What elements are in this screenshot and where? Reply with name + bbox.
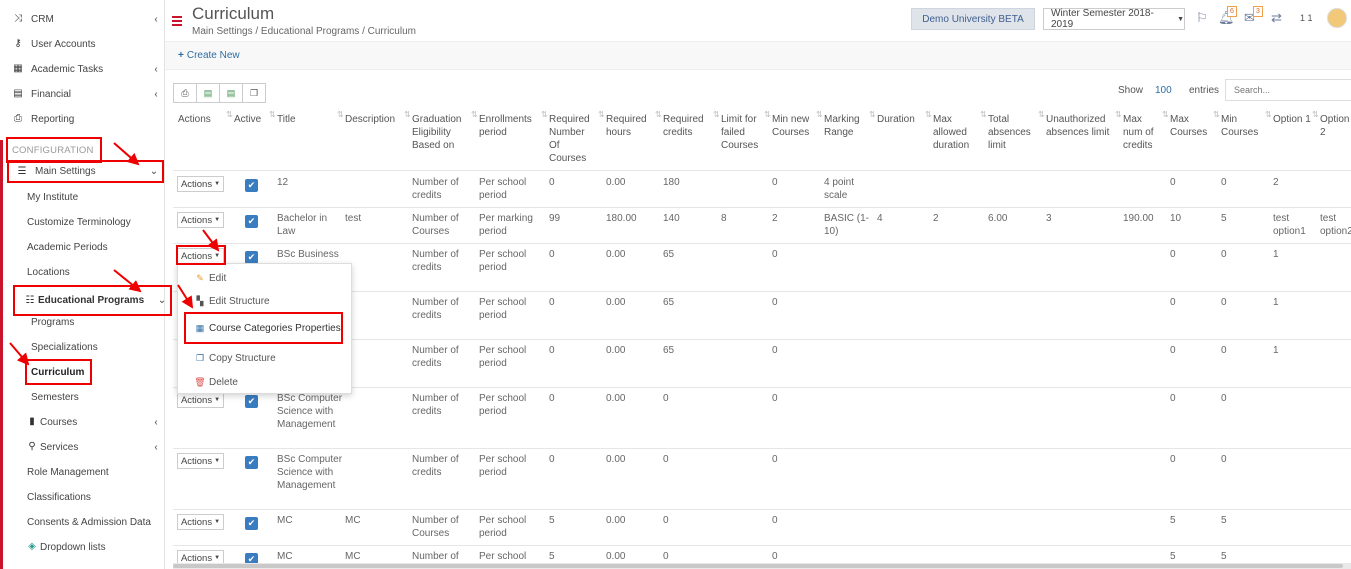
arrow-to-course-categories xyxy=(177,284,194,309)
scrollbar-thumb[interactable] xyxy=(173,564,1343,568)
arrow-to-main-settings xyxy=(113,142,140,166)
arrow-to-educational-programs xyxy=(113,269,142,293)
annotation-arrows xyxy=(9,142,220,366)
actions-button-highlight xyxy=(176,245,226,265)
arrow-to-curriculum xyxy=(9,342,30,366)
